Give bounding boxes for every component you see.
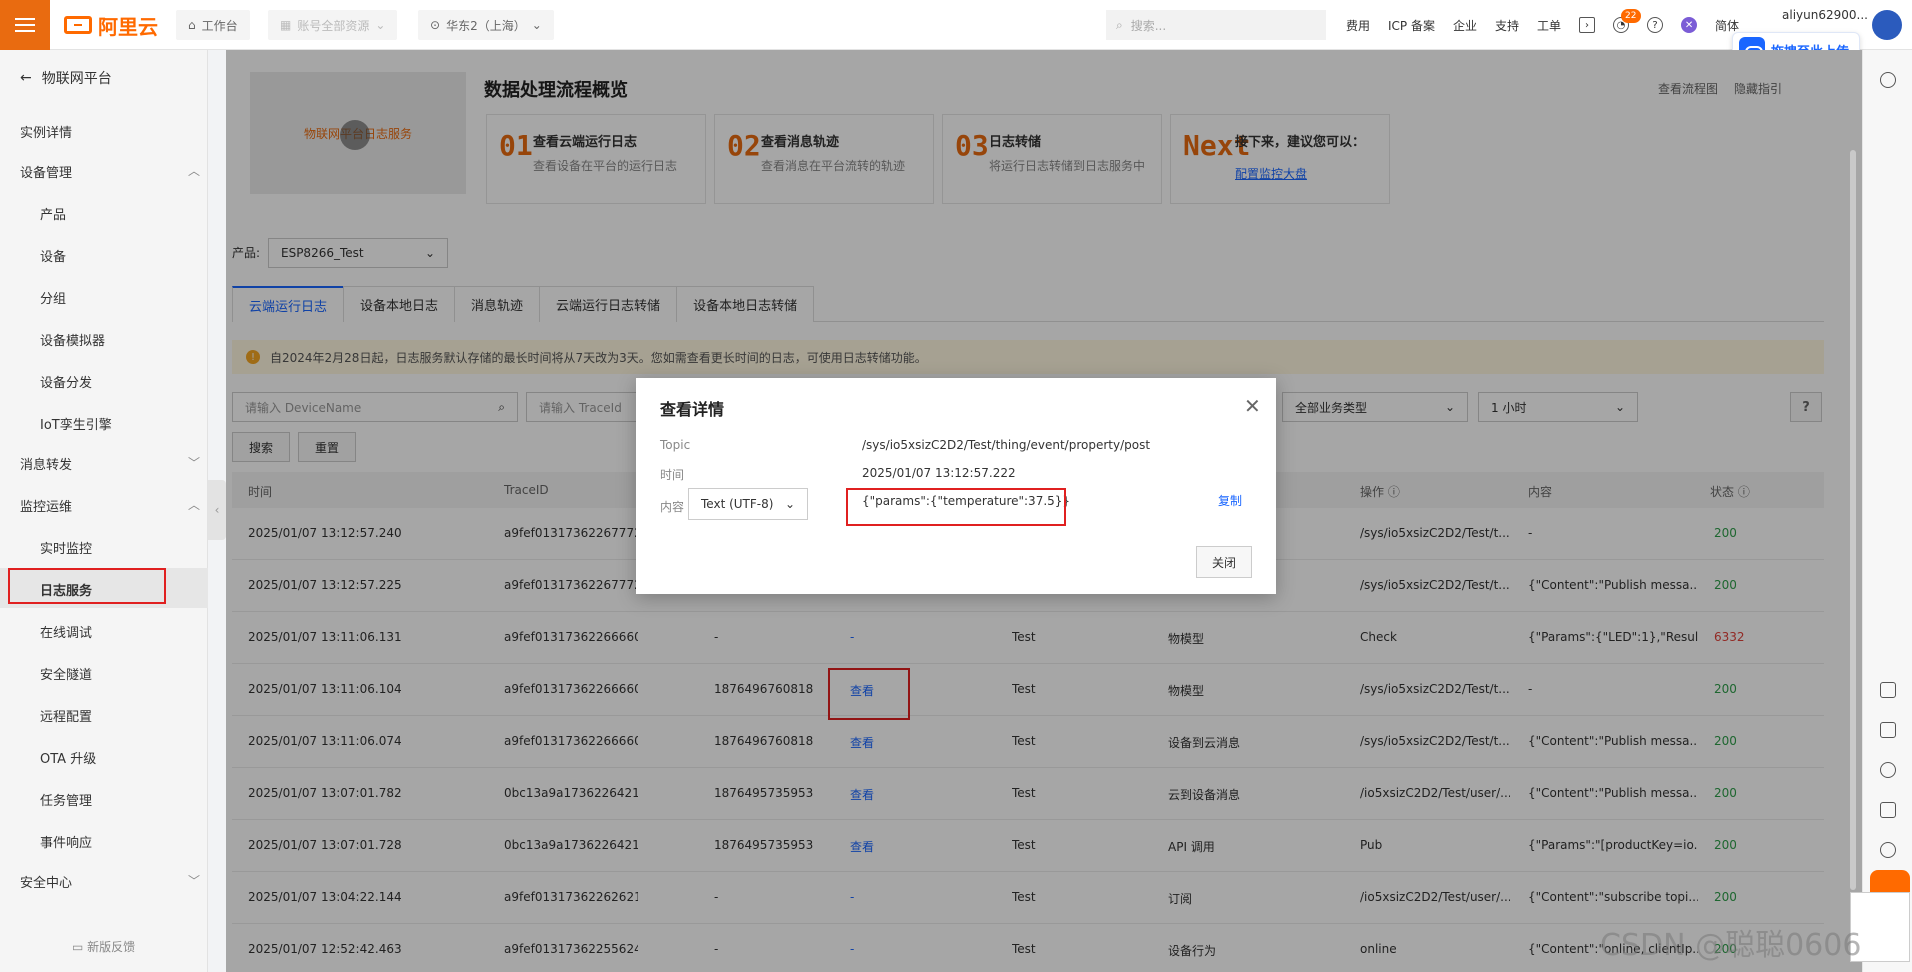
sidebar-item-device[interactable]: 设备 (40, 246, 66, 265)
chevron-down-icon: ⌄ (784, 497, 795, 511)
ai-assistant-icon[interactable]: ✕ (1681, 17, 1698, 33)
right-toolbar (1862, 50, 1912, 972)
enterprise-link[interactable]: 企业 (1453, 17, 1477, 34)
copy-link[interactable]: 复制 (1218, 492, 1242, 509)
sidebar-item-group[interactable]: 分组 (40, 288, 66, 307)
sidebar-collapse-handle[interactable]: ‹ (208, 480, 226, 540)
feedback-icon: ▭ (72, 940, 88, 954)
sidebar-item-twin[interactable]: IoT孪生引擎 (40, 414, 112, 433)
chevron-up-icon: ︿ (187, 164, 200, 178)
sidebar-item-simulator[interactable]: 设备模拟器 (40, 330, 105, 349)
fee-link[interactable]: 费用 (1346, 17, 1370, 34)
back-to-iot-platform[interactable]: ← 物联网平台 (20, 68, 112, 88)
time-label: 时间 (660, 468, 685, 482)
topic-label: Topic (660, 438, 691, 452)
sidebar-group-msg-forward[interactable]: 消息转发 ﹀ (20, 454, 200, 473)
help-icon[interactable]: ? (1647, 17, 1664, 33)
chevron-down-icon: ﹀ (187, 874, 200, 888)
aliyun-logo[interactable]: 阿里云 (64, 12, 158, 39)
avatar[interactable] (1872, 10, 1902, 40)
account-resource-select[interactable]: ▦ 账号全部资源 ⌄ (268, 10, 398, 40)
chevron-down-icon: ⌄ (375, 18, 386, 32)
logo-text: 阿里云 (98, 14, 158, 39)
region-select[interactable]: ⊙ 华东2（上海） ⌄ (418, 10, 554, 40)
workbench-label: 工作台 (201, 18, 238, 33)
sidebar-group-device-mgmt[interactable]: 设备管理 ︿ (20, 162, 200, 181)
group-label: 监控运维 (20, 500, 73, 515)
language-switch[interactable]: 简体 (1715, 17, 1739, 34)
sidebar-group-security[interactable]: 安全中心 ﹀ (20, 872, 200, 891)
ticket-link[interactable]: 工单 (1537, 17, 1561, 34)
notification-bell[interactable]: ◔ 22 (1613, 8, 1641, 34)
highlight-content (846, 488, 1066, 526)
watermark: CSDN @聪聪0606 (1600, 928, 1862, 963)
group-label: 设备管理 (20, 166, 73, 181)
arrow-left-icon: ← (20, 70, 32, 86)
close-button[interactable]: 关闭 (1196, 546, 1252, 578)
search-icon: ⌕ (1116, 17, 1123, 32)
region-label: 华东2（上海） (446, 18, 526, 33)
detail-modal: 查看详情 ✕ Topic /sys/io5xsizC2D2/Test/thing… (636, 378, 1276, 594)
sidebar-item-product[interactable]: 产品 (40, 204, 66, 223)
modal-title: 查看详情 (660, 400, 725, 419)
content-label: 内容 (660, 500, 685, 514)
support-link[interactable]: 支持 (1495, 17, 1519, 34)
help-circle-icon[interactable] (1880, 72, 1896, 88)
chevron-up-icon: ︿ (187, 498, 200, 512)
edit-icon[interactable] (1880, 802, 1896, 818)
chevron-down-icon: ⌄ (531, 18, 542, 32)
encoding-value: Text (UTF-8) (701, 497, 774, 511)
top-links: 费用 ICP 备案 企业 支持 工单 › ◔ 22 ? ✕ 简体 (1346, 0, 1739, 50)
sidebar-item-task[interactable]: 任务管理 (40, 790, 92, 809)
menu-icon[interactable] (0, 0, 50, 50)
sidebar-item-instance[interactable]: 实例详情 (20, 122, 72, 141)
highlight-log-service (8, 568, 166, 604)
account-label: 账号全部资源 (297, 18, 370, 33)
username[interactable]: aliyun62900... (1782, 8, 1868, 22)
icp-link[interactable]: ICP 备案 (1388, 17, 1435, 34)
headset-icon[interactable] (1880, 842, 1896, 858)
sidebar-item-remote-config[interactable]: 远程配置 (40, 706, 92, 725)
feedback-label: 新版反馈 (87, 940, 136, 954)
notification-badge: 22 (1621, 8, 1641, 23)
encoding-select[interactable]: Text (UTF-8) ⌄ (688, 488, 808, 520)
sidebar-item-event[interactable]: 事件响应 (40, 832, 92, 851)
top-bar: 阿里云 ⌂ 工作台 ▦ 账号全部资源 ⌄ ⊙ 华东2（上海） ⌄ ⌕ 搜索... 费用 IC… (0, 0, 1912, 50)
scrollbar[interactable] (1850, 150, 1856, 890)
calculator-icon[interactable] (1880, 722, 1896, 738)
terminal-icon[interactable]: › (1579, 17, 1596, 33)
sidebar-item-realtime[interactable]: 实时监控 (40, 538, 92, 557)
feedback-link[interactable]: ▭ 新版反馈 (72, 938, 135, 955)
search-placeholder: 搜索... (1130, 18, 1167, 33)
workbench-button[interactable]: ⌂ 工作台 (176, 10, 250, 40)
close-icon[interactable]: ✕ (1244, 394, 1261, 418)
home-icon: ⌂ (188, 18, 196, 32)
chevron-down-icon: ﹀ (187, 456, 200, 470)
group-label: 安全中心 (20, 876, 73, 891)
cart-icon[interactable] (1880, 682, 1896, 698)
topic-value: /sys/io5xsizC2D2/Test/thing/event/proper… (862, 438, 1151, 452)
sidebar-group-monitor[interactable]: 监控运维 ︿ (20, 496, 200, 515)
grid-icon: ▦ (280, 18, 292, 32)
location-icon: ⊙ (430, 18, 441, 32)
time-value: 2025/01/07 13:12:57.222 (862, 466, 1016, 480)
sidebar-item-ota[interactable]: OTA 升级 (40, 748, 96, 767)
sidebar-item-distribution[interactable]: 设备分发 (40, 372, 92, 391)
global-search-input[interactable]: ⌕ 搜索... (1106, 10, 1326, 40)
gear-icon[interactable] (1880, 762, 1896, 778)
sidebar: ← 物联网平台 实例详情 设备管理 ︿ 产品 设备 分组 设备模拟器 设备分发 Io… (0, 50, 208, 972)
group-label: 消息转发 (20, 458, 73, 473)
back-label: 物联网平台 (41, 71, 112, 87)
sidebar-item-debug[interactable]: 在线调试 (40, 622, 92, 641)
sidebar-item-tunnel[interactable]: 安全隧道 (40, 664, 92, 683)
